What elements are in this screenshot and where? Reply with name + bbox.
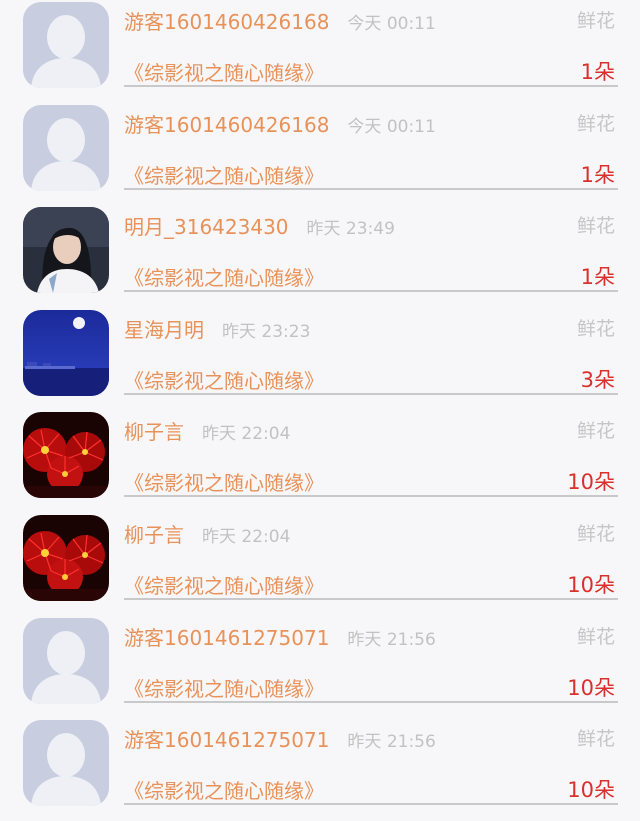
gift-time: 昨天 21:56: [347, 629, 436, 650]
row-divider: [124, 700, 618, 703]
user-name[interactable]: 柳子言 昨天 22:04: [124, 416, 290, 445]
user-name-text[interactable]: 明月_316423430: [124, 215, 289, 239]
gift-record-row[interactable]: 游客1601461275071 昨天 21:56 鲜花《综影视之随心随缘》 10朵: [0, 718, 640, 821]
user-name[interactable]: 游客1601460426168 今天 00:11: [124, 109, 436, 138]
gift-type-label: 鲜花: [576, 625, 615, 648]
gift-time: 今天 00:11: [347, 14, 436, 34]
gift-record-row[interactable]: 柳子言 昨天 22:04 鲜花《综影视之随心随缘》 10朵: [0, 513, 640, 616]
user-name-text[interactable]: 柳子言: [124, 420, 184, 444]
gift-time: 昨天 23:23: [222, 321, 311, 342]
user-name-text[interactable]: 柳子言: [124, 523, 184, 547]
gift-time: 昨天 21:56: [347, 732, 436, 753]
gift-record-row[interactable]: 星海月明 昨天 23:23 鲜花《综影视之随心随缘》 3朵: [0, 308, 640, 411]
book-title-link[interactable]: 《综影视之随心随缘》: [124, 775, 324, 804]
gift-record-row[interactable]: 游客1601460426168 今天 00:11 鲜花《综影视之随心随缘》 1朵: [0, 103, 640, 206]
user-name-text[interactable]: 游客1601460426168: [124, 10, 329, 34]
row-divider: [124, 597, 618, 600]
user-name-text[interactable]: 游客1601460426168: [124, 113, 329, 137]
user-avatar[interactable]: [23, 720, 109, 807]
gift-type-label: 鲜花: [576, 112, 615, 135]
flower-count: 10朵: [567, 778, 615, 803]
flower-count: 1朵: [580, 265, 615, 290]
gift-type-label: 鲜花: [576, 215, 615, 238]
user-name[interactable]: 游客1601461275071 昨天 21:56: [124, 724, 436, 753]
gift-type-label: 鲜花: [576, 420, 615, 443]
user-avatar[interactable]: [23, 207, 109, 294]
book-title-link[interactable]: 《综影视之随心随缘》: [124, 57, 324, 86]
user-name-text[interactable]: 游客1601461275071: [124, 626, 329, 650]
gift-record-row[interactable]: 柳子言 昨天 22:04 鲜花《综影视之随心随缘》 10朵: [0, 410, 640, 513]
user-name[interactable]: 游客1601461275071 昨天 21:56: [124, 622, 436, 651]
gift-record-row[interactable]: 游客1601461275071 昨天 21:56 鲜花《综影视之随心随缘》 10朵: [0, 616, 640, 719]
user-avatar[interactable]: [23, 412, 109, 499]
user-name-text[interactable]: 游客1601461275071: [124, 728, 329, 752]
user-avatar[interactable]: [23, 514, 109, 601]
gift-record-row[interactable]: 游客1601460426168 今天 00:11 鲜花《综影视之随心随缘》 1朵: [0, 0, 640, 103]
flower-count: 10朵: [567, 572, 615, 597]
book-title-link[interactable]: 《综影视之随心随缘》: [124, 467, 324, 496]
book-title-link[interactable]: 《综影视之随心随缘》: [124, 570, 324, 599]
book-title-link[interactable]: 《综影视之随心随缘》: [124, 365, 324, 394]
user-avatar[interactable]: [23, 2, 109, 88]
row-divider: [124, 290, 618, 293]
user-name[interactable]: 柳子言 昨天 22:04: [124, 519, 290, 548]
row-divider: [124, 803, 618, 806]
flower-count: 1朵: [580, 60, 615, 84]
flower-count: 1朵: [580, 162, 615, 187]
gift-type-label: 鲜花: [576, 317, 615, 340]
book-title-link[interactable]: 《综影视之随心随缘》: [124, 262, 324, 291]
gift-type-label: 鲜花: [576, 10, 615, 32]
user-avatar[interactable]: [23, 104, 109, 191]
gift-time: 昨天 22:04: [202, 424, 291, 445]
user-name[interactable]: 明月_316423430 昨天 23:49: [124, 211, 395, 240]
book-title-link[interactable]: 《综影视之随心随缘》: [124, 673, 324, 702]
user-avatar[interactable]: [23, 617, 109, 704]
gift-record-row[interactable]: 明月_316423430 昨天 23:49 鲜花《综影视之随心随缘》 1朵: [0, 205, 640, 308]
gift-time: 昨天 22:04: [202, 526, 291, 547]
row-divider: [124, 495, 618, 498]
gift-type-label: 鲜花: [576, 522, 615, 545]
user-avatar[interactable]: [23, 309, 109, 396]
flower-count: 10朵: [567, 675, 615, 700]
gift-time: 今天 00:11: [347, 116, 436, 137]
flower-gift-list: 游客1601460426168 今天 00:11 鲜花 《综影视之随心随缘》 1朵 游客…: [0, 0, 640, 821]
row-divider: [124, 187, 618, 190]
gift-time: 昨天 23:49: [306, 219, 395, 240]
flower-count: 10朵: [567, 470, 615, 495]
row-divider: [124, 85, 618, 87]
user-name[interactable]: 游客1601460426168 今天 00:11: [124, 6, 436, 35]
book-title-link[interactable]: 《综影视之随心随缘》: [124, 160, 324, 189]
flower-count: 3朵: [580, 367, 615, 392]
user-name-text[interactable]: 星海月明: [124, 318, 204, 342]
gift-type-label: 鲜花: [576, 728, 615, 751]
row-divider: [124, 392, 618, 395]
user-name[interactable]: 星海月明 昨天 23:23: [124, 314, 310, 343]
